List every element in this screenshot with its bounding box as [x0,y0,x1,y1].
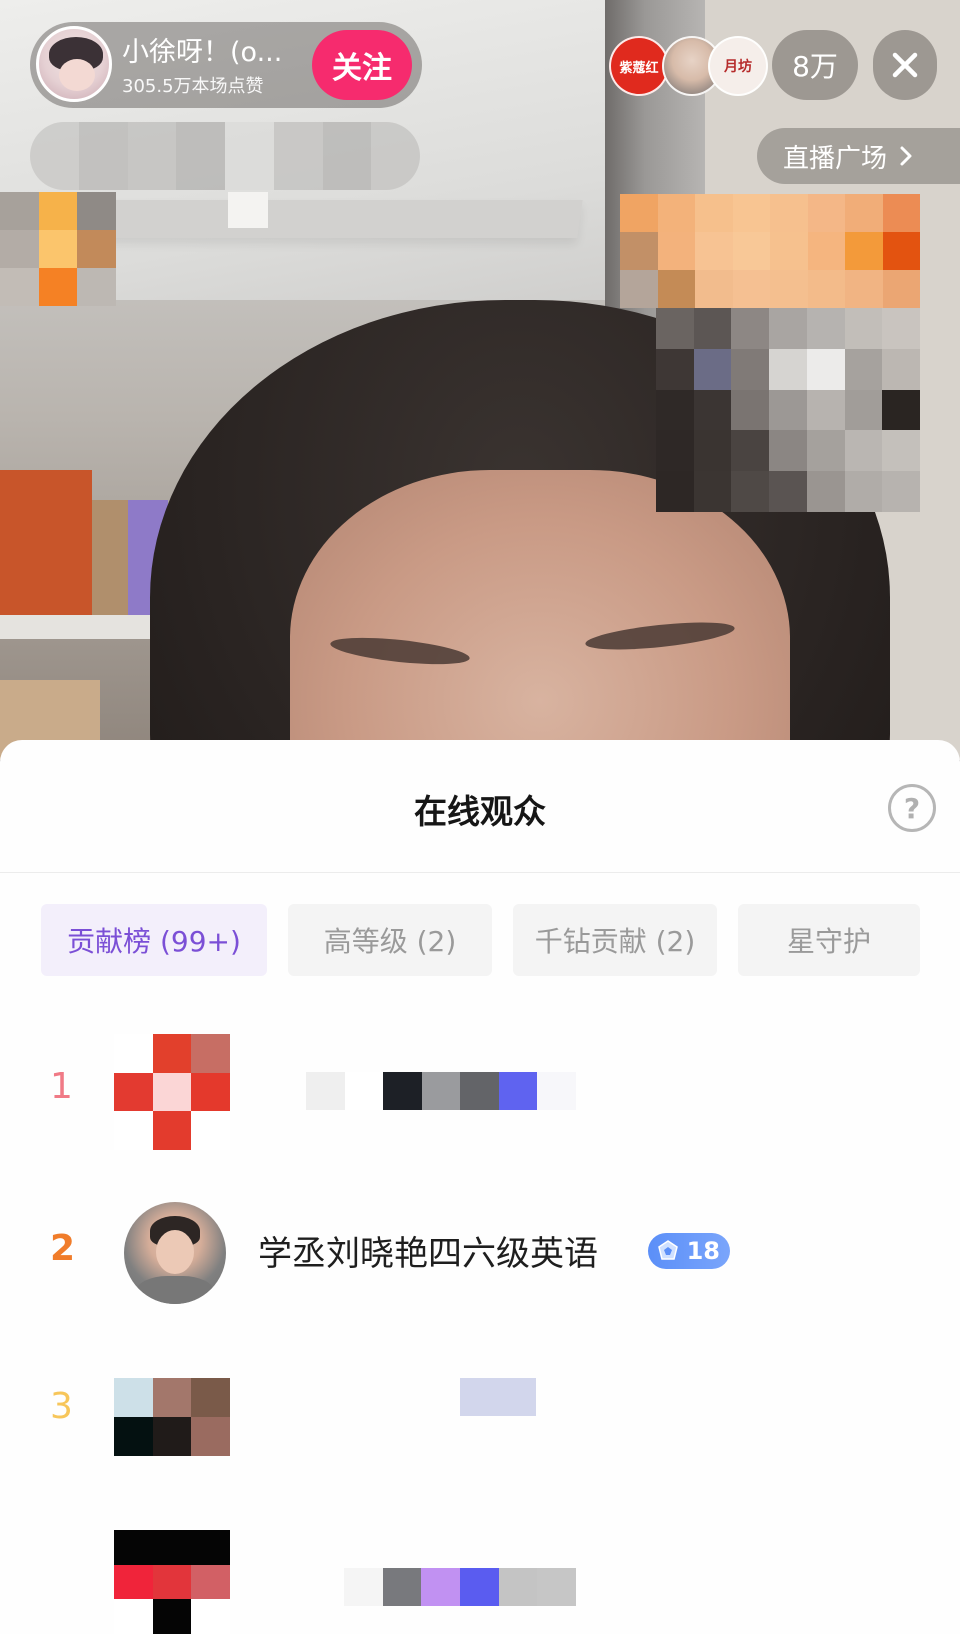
user-avatar-mosaic[interactable] [114,1034,230,1150]
level-gem-icon [658,1240,678,1260]
rank-number: 3 [50,1386,73,1427]
online-viewer-count[interactable]: 8万 [772,30,858,100]
user-name-mosaic [306,1072,576,1110]
top-viewer-label: 紫蔻红 [619,60,659,76]
host-likes: 305.5万本场点赞 [122,76,264,97]
streamer-face [290,470,790,760]
host-avatar[interactable] [36,26,112,102]
mosaic-overlay [30,122,420,190]
level-badge: 18 [648,1233,730,1269]
level-number: 18 [686,1237,720,1265]
tab-star-guardian[interactable]: 星守护 [738,904,920,976]
mosaic-overlay [656,308,920,512]
user-avatar-mosaic[interactable] [114,1530,230,1634]
host-name[interactable]: 小徐呀！(o... [122,30,282,69]
divider [0,872,960,873]
tab-high-level[interactable]: 高等级 (2) [288,904,492,976]
chevron-right-icon [900,146,912,166]
user-name[interactable]: 学丞刘晓艳四六级英语 [258,1226,598,1275]
mosaic-overlay [0,192,116,306]
avatar-face [156,1230,194,1274]
live-video[interactable] [0,0,960,760]
close-button[interactable] [873,30,937,100]
tab-thousand-diamond[interactable]: 千钻贡献 (2) [513,904,717,976]
shelf-item [92,500,128,620]
user-name-mosaic [344,1568,576,1606]
tab-contribution[interactable]: 贡献榜 (99+) [41,904,267,976]
user-avatar-mosaic[interactable] [114,1378,230,1456]
live-square-button[interactable]: 直播广场 [757,128,960,184]
top-viewer-label: 月坊 [724,59,752,75]
shelf-item [0,470,92,620]
top-viewer-avatar[interactable]: 月坊 [708,36,768,96]
user-name-mosaic [460,1378,536,1416]
live-square-label: 直播广场 [783,143,888,174]
online-audience-sheet [0,740,960,1634]
rank-number: 1 [50,1066,73,1107]
help-icon[interactable]: ? [888,784,936,832]
mosaic-overlay [228,192,268,228]
avatar-face [59,59,95,91]
avatar-body [136,1276,214,1304]
top-viewer-avatar[interactable]: 紫蔻红 [609,36,669,96]
mosaic-overlay [620,194,920,308]
user-avatar[interactable] [124,1202,226,1304]
rank-number: 2 [50,1228,76,1269]
sheet-title: 在线观众 [414,792,546,831]
ceiling-beam [57,200,583,238]
close-icon [892,52,918,78]
follow-button[interactable]: 关注 [312,30,412,100]
